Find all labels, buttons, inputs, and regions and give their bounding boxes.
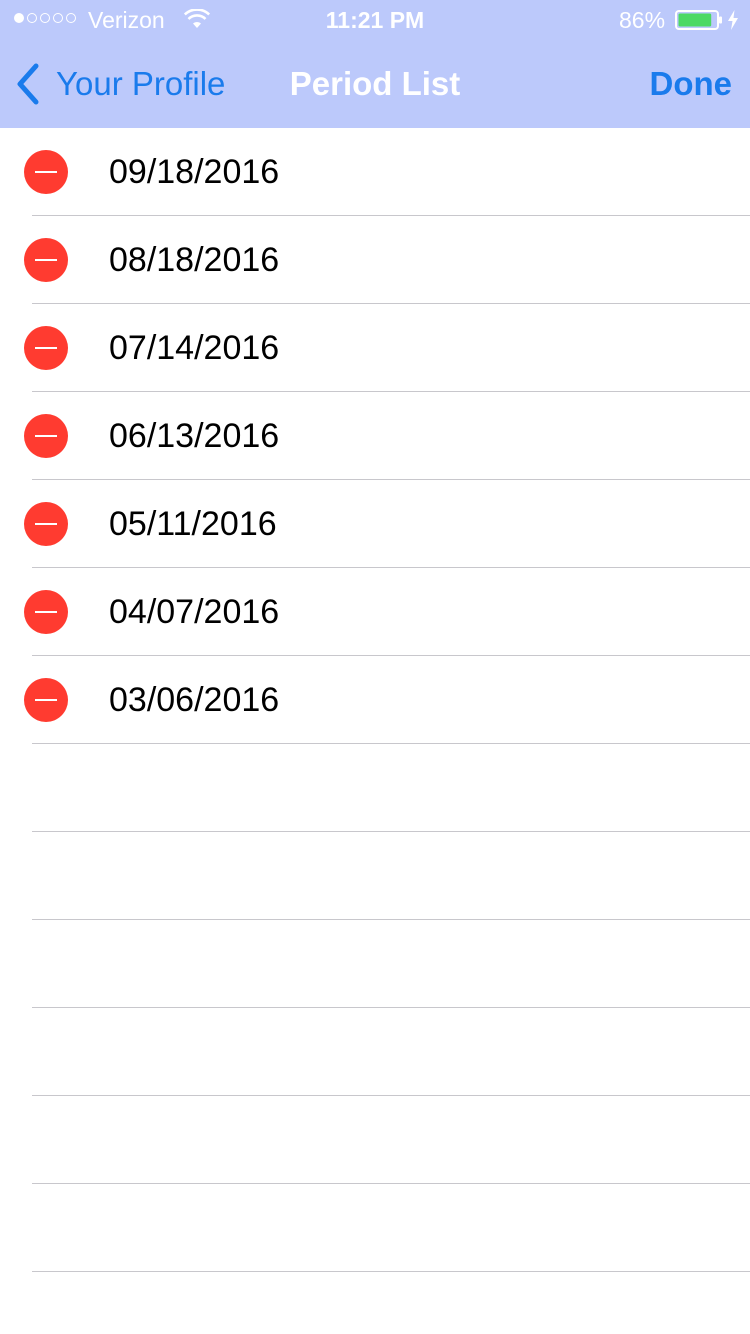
battery-icon: [675, 10, 722, 30]
period-list: 09/18/2016 08/18/2016 07/14/2016 06/13/2016…: [0, 128, 750, 1272]
period-date: 06/13/2016: [109, 417, 280, 455]
period-date: 09/18/2016: [109, 153, 280, 191]
period-row[interactable]: 06/13/2016: [24, 392, 750, 480]
empty-row: [32, 1184, 750, 1272]
minus-icon: [35, 435, 57, 437]
period-date: 03/06/2016: [109, 681, 280, 719]
minus-icon: [35, 523, 57, 525]
delete-row-button[interactable]: [24, 326, 68, 370]
top-bar: Verizon 11:21 PM 86% Your Profile Period…: [0, 0, 750, 128]
empty-row: [32, 1096, 750, 1184]
done-button[interactable]: Done: [650, 62, 733, 106]
minus-icon: [35, 171, 57, 173]
back-button[interactable]: Your Profile: [14, 62, 225, 106]
empty-row: [32, 1008, 750, 1096]
delete-row-button[interactable]: [24, 150, 68, 194]
minus-icon: [35, 611, 57, 613]
chevron-left-icon: [17, 63, 39, 105]
period-row[interactable]: 08/18/2016: [24, 216, 750, 304]
minus-icon: [35, 347, 57, 349]
delete-row-button[interactable]: [24, 590, 68, 634]
period-date: 05/11/2016: [109, 505, 277, 543]
period-date: 08/18/2016: [109, 241, 280, 279]
period-row[interactable]: 05/11/2016: [24, 480, 750, 568]
minus-icon: [35, 259, 57, 261]
delete-row-button[interactable]: [24, 678, 68, 722]
delete-row-button[interactable]: [24, 414, 68, 458]
bolt-icon: [728, 10, 738, 30]
period-date: 07/14/2016: [109, 329, 280, 367]
period-row[interactable]: 09/18/2016: [24, 128, 750, 216]
period-row[interactable]: 07/14/2016: [24, 304, 750, 392]
delete-row-button[interactable]: [24, 238, 68, 282]
back-button-label: Your Profile: [56, 65, 226, 102]
empty-row: [32, 920, 750, 1008]
empty-row: [32, 832, 750, 920]
period-row[interactable]: 03/06/2016: [24, 656, 750, 744]
delete-row-button[interactable]: [24, 502, 68, 546]
period-row[interactable]: 04/07/2016: [24, 568, 750, 656]
empty-row: [32, 744, 750, 832]
period-date: 04/07/2016: [109, 593, 280, 631]
battery-level-fill: [678, 13, 712, 27]
status-bar: Verizon 11:21 PM 86%: [0, 0, 750, 40]
battery-percentage: 86%: [619, 7, 666, 33]
navigation-bar: Your Profile Period List Done: [0, 40, 750, 128]
minus-icon: [35, 699, 57, 701]
